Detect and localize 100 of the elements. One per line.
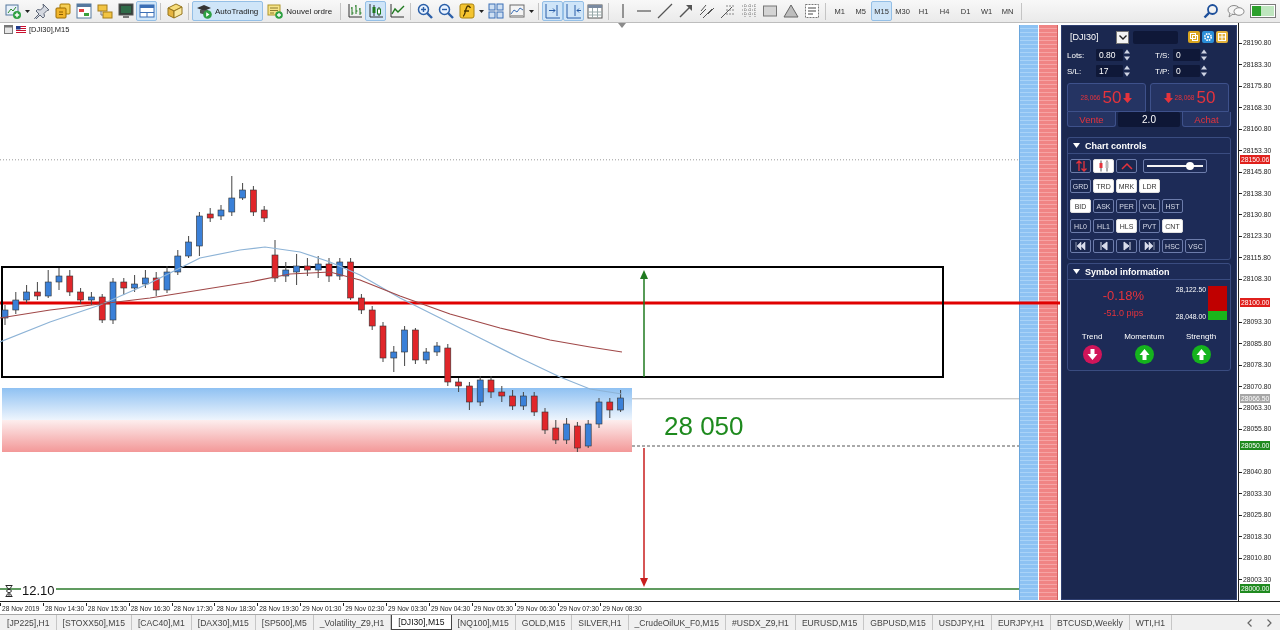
skip-start-icon[interactable] — [1075, 241, 1086, 251]
bearish-candle — [260, 205, 268, 223]
chevron-down-icon[interactable] — [1118, 34, 1127, 40]
sort-arrows-icon[interactable] — [1074, 160, 1087, 172]
window-icon — [4, 25, 13, 34]
number-field[interactable]: 0 — [1173, 49, 1200, 61]
window-tile-icon[interactable] — [1216, 31, 1228, 43]
field-label: T/P: — [1155, 66, 1171, 76]
chart-tab[interactable]: #USDX_Z9,H1 — [726, 615, 796, 630]
bullish-candle — [55, 267, 63, 291]
chart-tab[interactable]: [CAC40],M1 — [131, 615, 192, 630]
chart-tab[interactable]: [SP500],M5 — [255, 615, 314, 630]
toggle-button[interactable] — [1070, 159, 1091, 173]
collapse-triangle-icon[interactable] — [1073, 269, 1080, 274]
chevron-left-icon[interactable] — [1247, 618, 1252, 627]
chart-tab[interactable]: EURUSD,M15 — [795, 615, 865, 630]
bullish-candle — [131, 274, 138, 293]
chart-tab[interactable]: [DAX30],M15 — [191, 615, 256, 630]
bearish-candle — [606, 397, 614, 419]
bullish-candle — [520, 391, 527, 411]
timer-text: 12.10 — [21, 583, 56, 598]
chevron-right-icon[interactable] — [1267, 618, 1272, 627]
target-price-label: 28 050 — [664, 411, 744, 442]
toolbar-button[interactable]: Nouvel ordre — [263, 1, 338, 21]
symbol-label: [DJI30] — [1069, 32, 1100, 42]
toggle-button[interactable] — [1116, 239, 1137, 253]
caret-down-icon[interactable] — [24, 9, 30, 13]
bullish-candle — [163, 265, 171, 294]
bearish-candle — [250, 185, 257, 217]
bearish-candle — [271, 239, 279, 283]
bullish-candle — [314, 255, 322, 279]
toggle-button[interactable] — [1116, 159, 1137, 173]
bullish-candle — [12, 291, 20, 315]
chart-tab[interactable]: BTCUSD,Weekly — [1051, 615, 1130, 630]
chart-tab[interactable]: _CrudeOilUK_F0,M15 — [628, 615, 727, 630]
toolbar-button[interactable]: AutoTrading — [192, 1, 264, 21]
mortarboard-icon[interactable] — [196, 3, 212, 19]
chart-tab[interactable]: GOLD,M15 — [515, 615, 573, 630]
bearish-candle — [466, 381, 473, 411]
slider-thumb[interactable] — [1186, 162, 1195, 170]
number-field[interactable]: 17 — [1096, 65, 1123, 77]
chart-tab[interactable]: EURJPY,H1 — [991, 615, 1052, 630]
bearish-candle — [412, 327, 419, 365]
slider-track[interactable] — [1143, 159, 1207, 173]
step-forward-icon[interactable] — [1121, 241, 1132, 251]
bullish-candle — [228, 175, 236, 217]
bearish-candle — [552, 419, 560, 445]
chart-tab[interactable]: [NQ100],M15 — [451, 615, 516, 630]
bearish-candle — [120, 277, 128, 296]
bearish-candle — [358, 293, 365, 315]
bearish-candle — [444, 343, 452, 387]
bullish-candle — [44, 269, 52, 299]
hourglass-icon — [5, 584, 13, 597]
candles-icon[interactable] — [1097, 160, 1110, 172]
input-field[interactable] — [1133, 30, 1178, 44]
chart-tab[interactable]: WTI,H1 — [1129, 615, 1172, 630]
field-label: T/S: — [1155, 50, 1171, 60]
toggle-button[interactable] — [1093, 239, 1114, 253]
bearish-candle — [77, 287, 84, 305]
field-label: Lots: — [1067, 50, 1086, 60]
bullish-candle — [142, 269, 149, 289]
bullish-candle — [109, 277, 117, 325]
settings-icon[interactable] — [1202, 31, 1214, 43]
bearish-candle — [498, 385, 506, 403]
chart-tab[interactable]: [DJI30],M15 — [391, 615, 452, 630]
note-plus-icon[interactable] — [267, 3, 284, 19]
section-title: Chart controls — [1085, 140, 1147, 151]
bearish-candle — [34, 281, 41, 301]
bullish-candle — [293, 253, 300, 286]
number-field[interactable]: 0.80 — [1096, 49, 1123, 61]
flag-icon — [16, 26, 26, 33]
bearish-candle — [206, 207, 214, 223]
bearish-candle — [325, 257, 333, 283]
bullish-candle — [174, 249, 182, 276]
toggle-button[interactable] — [1070, 239, 1091, 253]
number-field[interactable]: 0 — [1173, 65, 1200, 77]
bearish-candle — [304, 257, 311, 277]
bearish-candle — [347, 257, 354, 301]
spread-field: 2.0 — [1118, 112, 1180, 127]
collapse-triangle-icon[interactable] — [1073, 143, 1080, 148]
bearish-candle — [98, 293, 106, 324]
bullish-candle — [88, 291, 95, 306]
caret-up-icon[interactable] — [1120, 161, 1133, 171]
symbol-dropdown[interactable] — [1116, 30, 1129, 44]
chart-tab[interactable]: [STOXX50],M15 — [56, 615, 132, 630]
chart-tab[interactable]: USDJPY,H1 — [932, 615, 992, 630]
chart-tab[interactable]: [JP225],H1 — [1, 615, 57, 630]
copy-tile-icon[interactable] — [1188, 31, 1200, 43]
chart-tab[interactable]: SILVER,H1 — [572, 615, 629, 630]
bullish-candle — [433, 341, 441, 357]
step-back-icon[interactable] — [1098, 241, 1109, 251]
connection-bar-icon — [1250, 4, 1276, 18]
section-title: Symbol information — [1085, 266, 1170, 277]
toggle-button[interactable] — [1139, 239, 1160, 253]
skip-end-icon[interactable] — [1144, 241, 1155, 251]
caret-down-icon[interactable] — [478, 9, 484, 13]
chart-tab[interactable]: GBPUSD,M15 — [864, 615, 933, 630]
bearish-candle — [152, 271, 160, 297]
bullish-candle — [23, 284, 30, 304]
caret-down-icon[interactable] — [528, 9, 534, 13]
